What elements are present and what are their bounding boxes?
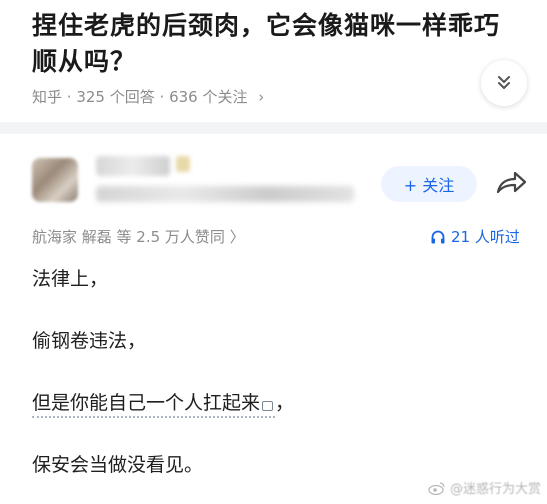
avatar[interactable] [32,158,78,202]
source-label: 知乎 [32,88,63,106]
answer-line-4: 保安会当做没看见。 [32,454,204,476]
answer-line-2: 偷钢卷违法， [32,330,147,352]
chevron-right-icon: › [258,88,265,106]
answer-line-3: 但是你能自己一个人扛起来， [32,388,294,418]
author-badge-blurred [176,156,190,172]
linked-phrase[interactable]: 但是你能自己一个人扛起来 [32,392,276,418]
upvote-info[interactable]: 航海家 解磊 等 2.5 万人赞同 〉 [32,226,245,247]
author-bio-blurred [96,186,354,202]
double-chevron-down-icon [498,76,510,89]
collapse-button[interactable] [481,60,527,106]
follower-count: 636 个关注 [169,88,248,106]
answer-line-1: 法律上， [32,268,109,290]
weibo-logo-icon [428,481,445,495]
author-row: + 关注 [0,134,547,224]
watermark: @迷惑行为大赏 [428,478,541,497]
question-title[interactable]: 捏住老虎的后颈肉，它会像猫咪一样乖巧顺从吗？ [32,8,502,80]
follow-button[interactable]: + 关注 [381,166,477,202]
listen-button[interactable]: 21 人听过 [430,226,520,247]
share-icon[interactable] [494,168,528,198]
answer-count: 325 个回答 [76,88,155,106]
author-name-blurred[interactable] [96,156,170,176]
watermark-text: @迷惑行为大赏 [450,482,542,497]
question-meta[interactable]: 知乎 · 325 个回答 · 636 个关注 › [32,86,264,107]
listen-count: 21 人听过 [451,228,520,246]
headphones-icon [431,230,445,243]
question-header: 捏住老虎的后颈肉，它会像猫咪一样乖巧顺从吗？ 知乎 · 325 个回答 · 63… [0,0,547,122]
link-icon [262,401,274,411]
section-divider [0,122,547,134]
